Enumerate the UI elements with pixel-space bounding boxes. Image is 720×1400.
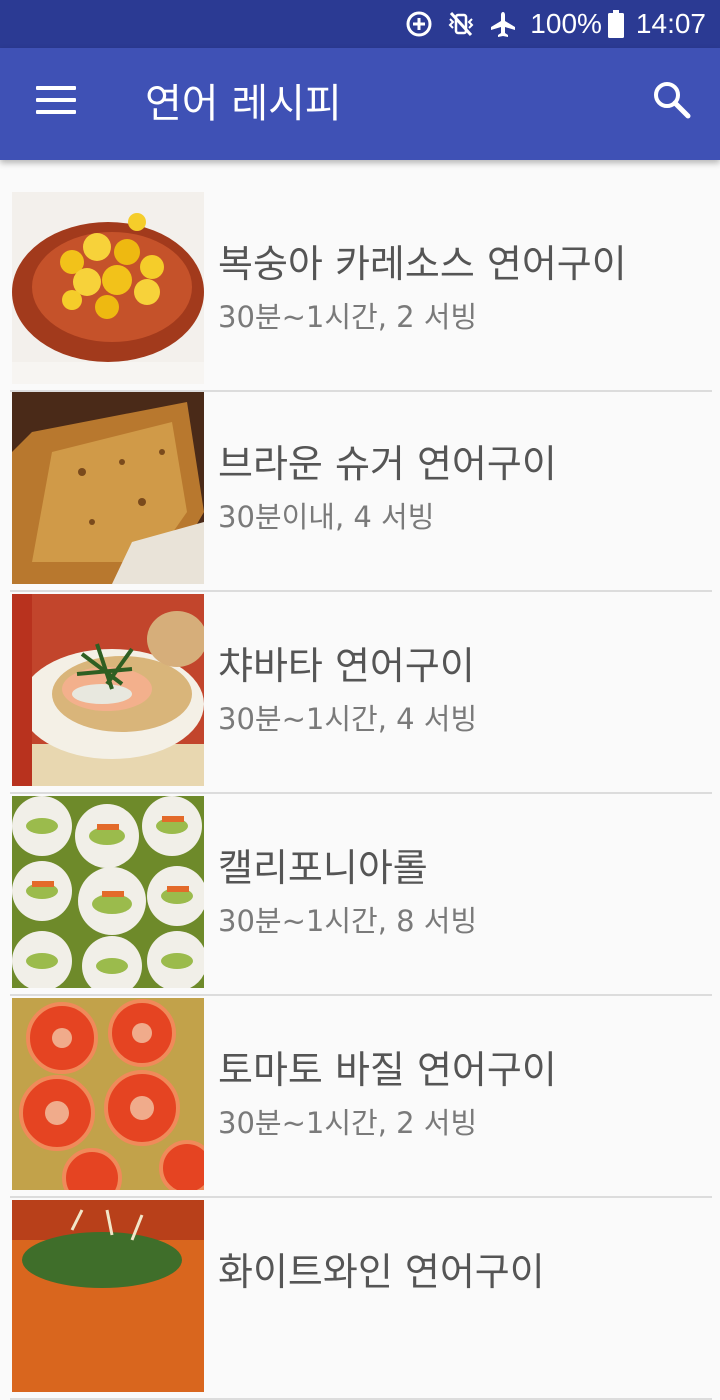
recipe-meta: 30분~1시간, 2 서빙 [218, 300, 478, 334]
recipe-thumbnail [12, 796, 204, 988]
recipe-item[interactable]: 캘리포니아롤 30분~1시간, 8 서빙 [10, 794, 712, 996]
recipe-thumbnail [12, 192, 204, 384]
recipe-meta: 30분~1시간, 2 서빙 [218, 1106, 478, 1140]
page-title: 연어 레시피 [145, 81, 342, 127]
recipe-item[interactable]: 챠바타 연어구이 30분~1시간, 4 서빙 [10, 592, 712, 794]
airplane-icon [488, 9, 518, 39]
recipe-name: 복숭아 카레소스 연어구이 [218, 242, 627, 286]
recipe-name: 토마토 바질 연어구이 [218, 1048, 557, 1092]
search-icon[interactable] [650, 78, 694, 122]
recipe-item[interactable]: 브라운 슈거 연어구이 30분이내, 4 서빙 [10, 390, 712, 592]
recipe-name: 브라운 슈거 연어구이 [218, 442, 557, 486]
app-bar: 연어 레시피 [0, 48, 720, 160]
recipe-thumbnail [12, 392, 204, 584]
recipe-item[interactable]: 화이트와인 연어구이 [10, 1198, 712, 1400]
recipe-item[interactable]: 토마토 바질 연어구이 30분~1시간, 2 서빙 [10, 996, 712, 1198]
battery-percent: 100% [530, 8, 602, 39]
hamburger-menu-icon[interactable] [36, 86, 76, 122]
clock: 14:07 [635, 8, 706, 39]
recipe-thumbnail [12, 594, 204, 786]
recipe-thumbnail [12, 998, 204, 1190]
recipe-item[interactable]: 복숭아 카레소스 연어구이 30분~1시간, 2 서빙 [10, 190, 712, 392]
recipe-meta: 30분~1시간, 4 서빙 [218, 702, 478, 736]
recipe-name: 화이트와인 연어구이 [218, 1250, 545, 1294]
recipe-name: 챠바타 연어구이 [218, 644, 475, 688]
recipe-meta: 30분~1시간, 8 서빙 [218, 904, 478, 938]
recipe-meta: 30분이내, 4 서빙 [218, 500, 435, 534]
status-bar: 100% 14:07 [0, 0, 720, 48]
recipe-name: 캘리포니아롤 [218, 846, 428, 890]
recipe-thumbnail [12, 1200, 204, 1392]
data-saver-icon [404, 9, 434, 39]
battery-icon [607, 10, 624, 38]
vibrate-off-icon [446, 9, 476, 39]
